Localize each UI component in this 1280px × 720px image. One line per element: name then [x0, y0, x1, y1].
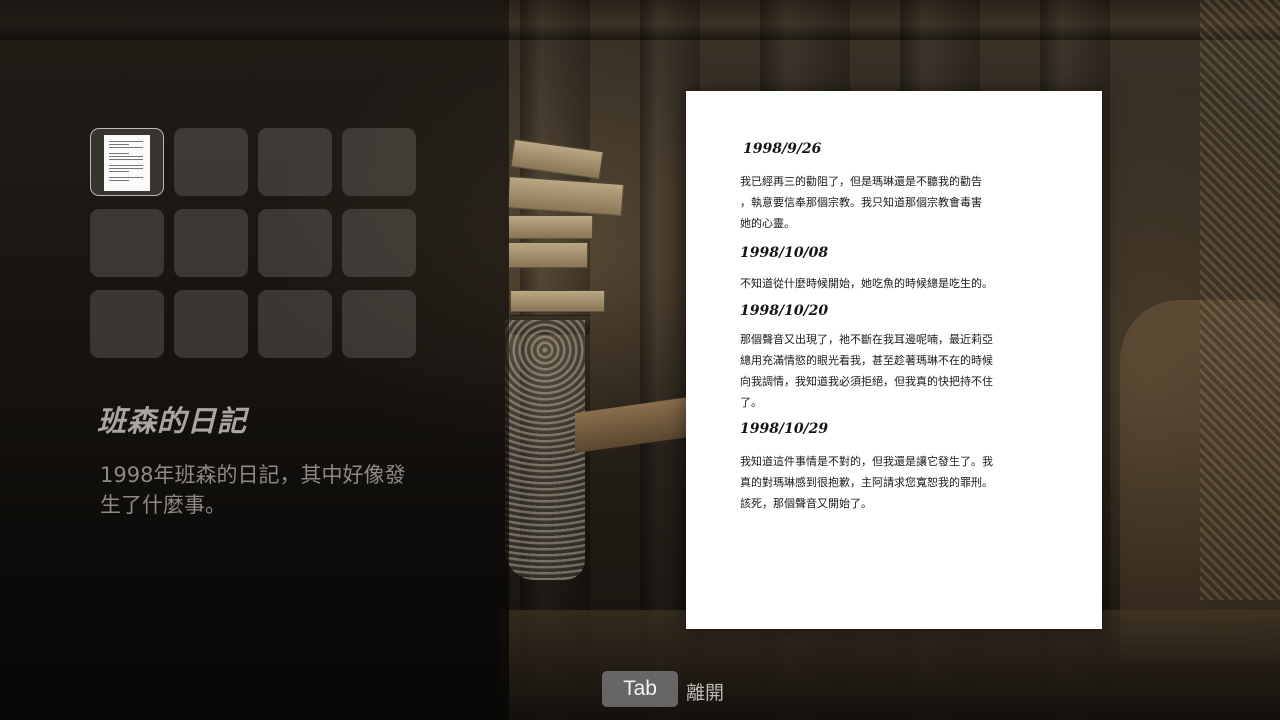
- inventory-slot[interactable]: [90, 290, 164, 358]
- entry-body: 我已經再三的勸阻了，但是瑪琳還是不聽我的勸告 ，執意要信奉那個宗教。我只知道那個宗…: [740, 171, 1030, 234]
- entry-line: 向我調情，我知道我必須拒絕，但我真的快把持不住: [740, 375, 993, 388]
- entry-body: 我知道這件事情是不對的，但我還是讓它發生了。我 真的對瑪琳感到很抱歉，主阿請求您寬…: [740, 451, 1030, 514]
- entry-line: 她的心靈。: [740, 217, 795, 230]
- entry-line: 不知道從什麼時候開始，她吃魚的時候總是吃生的。: [740, 277, 993, 290]
- inventory-slot[interactable]: [174, 290, 248, 358]
- entry-line: 了。: [740, 396, 762, 409]
- inventory-slot[interactable]: [342, 290, 416, 358]
- inventory-slot[interactable]: [342, 209, 416, 277]
- book: [508, 215, 593, 239]
- book: [508, 242, 588, 268]
- exit-label: 離開: [686, 682, 725, 704]
- entry-line: ，執意要信奉那個宗教。我只知道那個宗教會毒害: [740, 196, 982, 209]
- inventory-slot[interactable]: [342, 128, 416, 196]
- entry-body: 不知道從什麼時候開始，她吃魚的時候總是吃生的。: [740, 273, 1030, 294]
- inventory-slot[interactable]: [90, 128, 164, 196]
- item-description: 1998年班森的日記，其中好像發生了什麼事。: [100, 463, 406, 517]
- inventory-slot[interactable]: [258, 128, 332, 196]
- entry-date: 1998/9/26: [743, 141, 822, 157]
- entry-line: 總用充滿情慾的眼光看我，甚至趁著瑪琳不在的時候: [740, 354, 993, 367]
- entry-date: 1998/10/20: [740, 303, 829, 319]
- entry-line: 該死，那個聲音又開始了。: [740, 497, 872, 510]
- entry-date: 1998/10/08: [740, 245, 829, 261]
- entry-date: 1998/10/29: [740, 421, 829, 437]
- inventory-slot[interactable]: [174, 128, 248, 196]
- entry-line: 那個聲音又出現了，祂不斷在我耳邊呢喃，最近莉亞: [740, 333, 993, 346]
- inventory-slot[interactable]: [258, 209, 332, 277]
- diary-page: 1998/9/26 我已經再三的勸阻了，但是瑪琳還是不聽我的勸告 ，執意要信奉那個宗…: [686, 91, 1102, 629]
- entry-body: 那個聲音又出現了，祂不斷在我耳邊呢喃，最近莉亞 總用充滿情慾的眼光看我，甚至趁著瑪…: [740, 329, 1030, 413]
- inventory-panel: 班森的日記 1998年班森的日記，其中好像發生了什麼事。: [0, 0, 509, 720]
- lace-cloth: [505, 320, 585, 580]
- inventory-slot[interactable]: [90, 209, 164, 277]
- item-title: 班森的日記: [97, 404, 248, 438]
- inventory-grid: [90, 128, 416, 358]
- document-icon: [104, 135, 150, 191]
- entry-line: 真的對瑪琳感到很抱歉，主阿請求您寬恕我的罪刑。: [740, 476, 993, 489]
- inventory-slot[interactable]: [258, 290, 332, 358]
- wicker-wall: [1200, 0, 1280, 600]
- entry-line: 我已經再三的勸阻了，但是瑪琳還是不聽我的勸告: [740, 175, 982, 188]
- book: [510, 290, 605, 312]
- tab-key-button[interactable]: Tab: [602, 671, 678, 707]
- inventory-slot[interactable]: [174, 209, 248, 277]
- entry-line: 我知道這件事情是不對的，但我還是讓它發生了。我: [740, 455, 993, 468]
